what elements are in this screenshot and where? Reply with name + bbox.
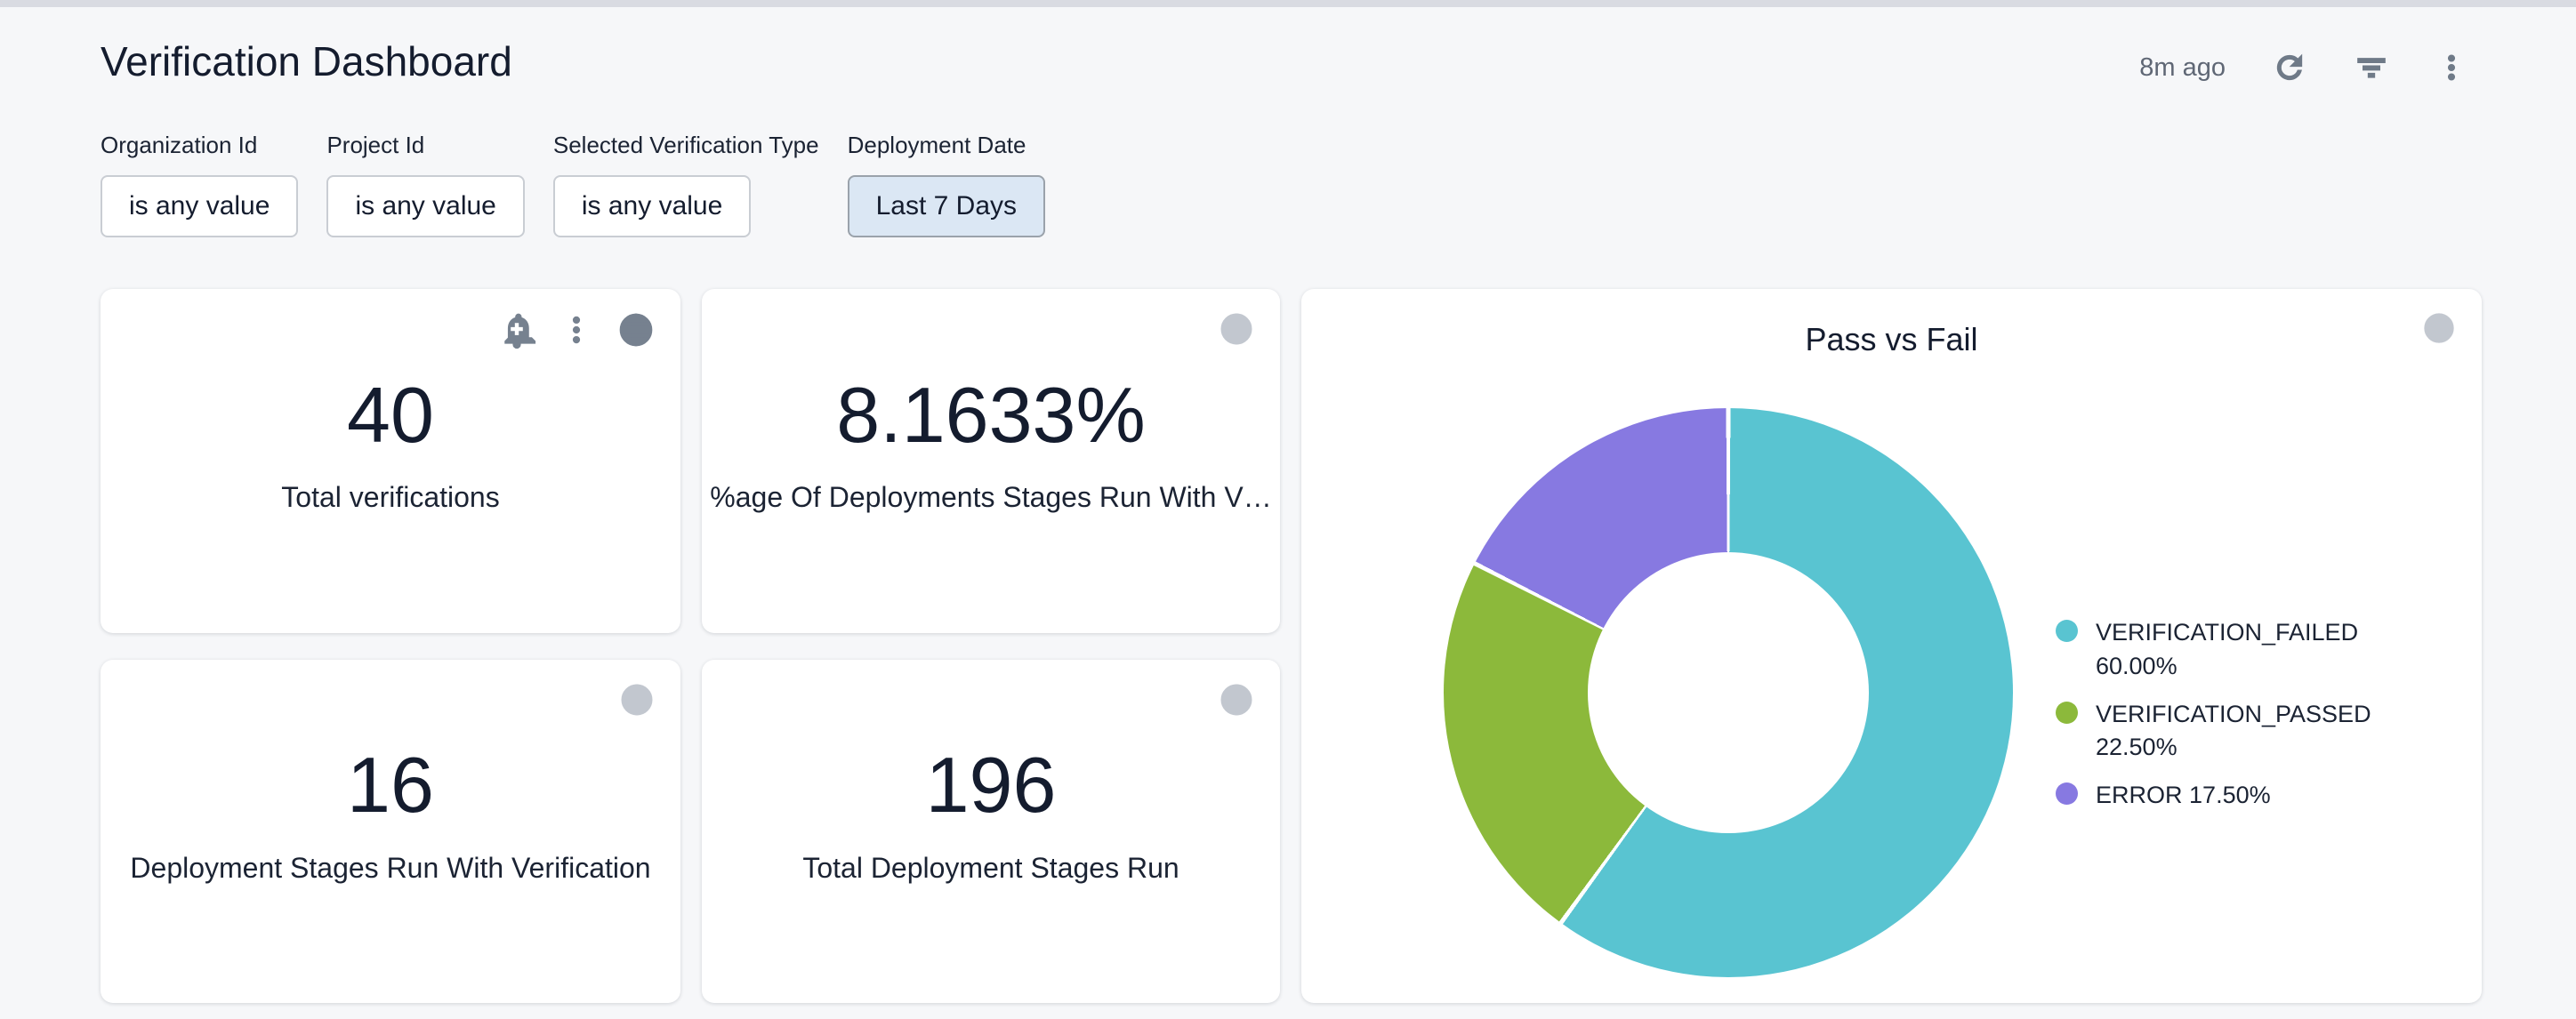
globe-icon bbox=[1218, 310, 1255, 348]
donut-chart[interactable] bbox=[1444, 408, 2013, 977]
chart-legend: VERIFICATION_FAILED 60.00% VERIFICATION_… bbox=[2056, 616, 2389, 813]
legend-item-verification-passed[interactable]: VERIFICATION_PASSED 22.50% bbox=[2056, 698, 2389, 766]
top-strip bbox=[0, 0, 2576, 7]
legend-label: VERIFICATION_FAILED 60.00% bbox=[2096, 616, 2389, 684]
globe-icon bbox=[2421, 310, 2457, 346]
globe-icon bbox=[1218, 681, 1255, 718]
dashboard-grid: 40 Total verifications 8.1633% %age Of D… bbox=[101, 289, 2482, 1003]
chart-title: Pass vs Fail bbox=[1301, 321, 2482, 358]
tile-content: 8.1633% %age Of Deployments Stages Run W… bbox=[702, 289, 1280, 633]
tile-deployment-stages-run-with-verification: 16 Deployment Stages Run With Verificati… bbox=[101, 660, 680, 1003]
filter-deployment-date: Deployment Date Last 7 Days bbox=[848, 132, 1045, 237]
alert-bell-button[interactable] bbox=[497, 310, 536, 349]
add-alert-icon bbox=[497, 310, 536, 349]
filter-label: Organization Id bbox=[101, 132, 298, 159]
panel-pass-vs-fail: Pass vs Fail VERIFICATION_FAILED 60.00% … bbox=[1301, 289, 2482, 1003]
tile-value: 40 bbox=[347, 373, 434, 459]
page-title: Verification Dashboard bbox=[101, 37, 512, 85]
filter-value-button[interactable]: is any value bbox=[553, 175, 751, 237]
globe-icon bbox=[618, 681, 656, 718]
filter-label: Deployment Date bbox=[848, 132, 1045, 159]
tile-label: Deployment Stages Run With Verification bbox=[130, 852, 650, 885]
legend-label: VERIFICATION_PASSED 22.50% bbox=[2096, 698, 2389, 766]
more-vert-icon bbox=[2435, 52, 2467, 84]
tile-label: Total verifications bbox=[281, 481, 499, 514]
tile-more-button[interactable] bbox=[559, 313, 593, 347]
filter-icon bbox=[2354, 50, 2389, 85]
legend-marker bbox=[2056, 620, 2078, 642]
tile-total-deployment-stages-run: 196 Total Deployment Stages Run bbox=[702, 660, 1280, 1003]
donut-hole bbox=[1588, 552, 1869, 833]
refresh-icon bbox=[2272, 50, 2307, 85]
tile-total-verifications: 40 Total verifications bbox=[101, 289, 680, 633]
tile-content: 16 Deployment Stages Run With Verificati… bbox=[101, 660, 680, 1003]
globe-icon bbox=[616, 310, 656, 349]
legend-item-verification-failed[interactable]: VERIFICATION_FAILED 60.00% bbox=[2056, 616, 2389, 684]
filter-value-button[interactable]: is any value bbox=[326, 175, 524, 237]
tile-label: Total Deployment Stages Run bbox=[802, 852, 1179, 885]
tile-value: 16 bbox=[347, 742, 434, 829]
filter-value-button[interactable]: Last 7 Days bbox=[848, 175, 1045, 237]
more-vert-icon bbox=[559, 313, 593, 347]
last-refresh-timestamp: 8m ago bbox=[2139, 53, 2226, 83]
legend-item-error[interactable]: ERROR 17.50% bbox=[2056, 779, 2389, 813]
filter-label: Selected Verification Type bbox=[553, 132, 819, 159]
legend-label: ERROR 17.50% bbox=[2096, 779, 2271, 813]
dashboard-more-button[interactable] bbox=[2435, 52, 2467, 84]
tile-label: %age Of Deployments Stages Run With V… bbox=[710, 481, 1271, 514]
tile-content: 196 Total Deployment Stages Run bbox=[702, 660, 1280, 1003]
filter-value-button[interactable]: is any value bbox=[101, 175, 298, 237]
legend-marker bbox=[2056, 702, 2078, 724]
header-actions: 8m ago bbox=[2139, 50, 2467, 85]
filter-organization-id: Organization Id is any value bbox=[101, 132, 298, 237]
tile-value: 196 bbox=[926, 742, 1057, 829]
filter-bar: Organization Id is any value Project Id … bbox=[101, 132, 1045, 237]
dashboard-filters-button[interactable] bbox=[2354, 50, 2389, 85]
filter-selected-verification-type: Selected Verification Type is any value bbox=[553, 132, 819, 237]
filter-project-id: Project Id is any value bbox=[326, 132, 524, 237]
legend-marker bbox=[2056, 782, 2078, 805]
tile-pct-deployment-stages-with-verification: 8.1633% %age Of Deployments Stages Run W… bbox=[702, 289, 1280, 633]
refresh-button[interactable] bbox=[2272, 50, 2307, 85]
tile-value: 8.1633% bbox=[836, 373, 1145, 459]
filter-label: Project Id bbox=[326, 132, 524, 159]
